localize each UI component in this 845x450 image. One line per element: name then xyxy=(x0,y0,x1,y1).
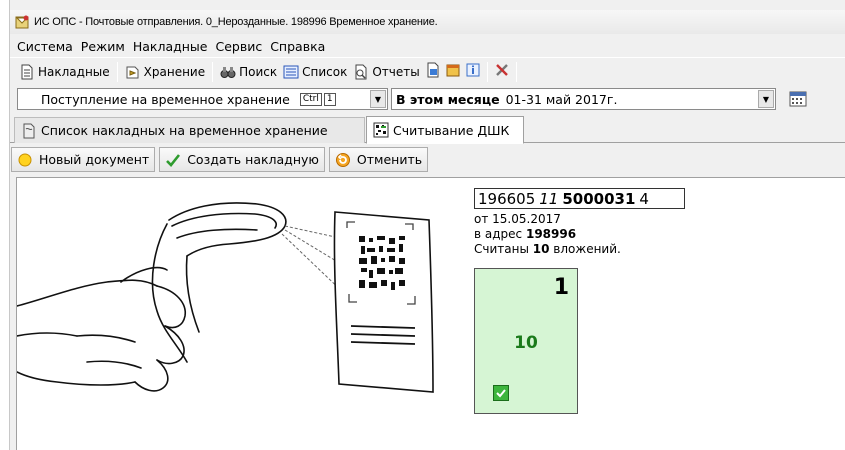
export-icon xyxy=(425,62,441,81)
report-icon xyxy=(353,64,369,80)
calendar-icon[interactable] xyxy=(789,90,807,108)
list-icon xyxy=(283,64,299,80)
main-toolbar: Накладные Хранение Поиск Список Отчеты xyxy=(10,57,845,85)
export-button[interactable] xyxy=(423,61,443,83)
mode-select[interactable]: Поступление на временное хранение Ctrl 1… xyxy=(17,88,388,110)
app-window: ИС ОПС - Почтовые отправления. 0_Нерозда… xyxy=(9,0,845,450)
period-label: В этом месяце xyxy=(396,91,500,107)
menu-bar: Система Режим Накладные Сервис Справка xyxy=(10,36,845,56)
info-icon xyxy=(465,62,481,81)
undo-icon xyxy=(335,152,351,168)
chevron-down-icon[interactable]: ▼ xyxy=(758,90,774,108)
ctrl-number: 1 xyxy=(323,92,336,106)
card-count: 10 xyxy=(514,333,538,353)
tab-strip: Список накладных на временное хранение С… xyxy=(10,115,845,144)
storage-icon xyxy=(125,64,141,80)
period-select[interactable]: В этом месяце 01-31 май 2017г. ▼ xyxy=(391,88,776,110)
list-button[interactable]: Список xyxy=(280,61,350,83)
barcode-part-4: 4 xyxy=(639,189,649,208)
action-bar: Новый документ Создать накладную Отменит… xyxy=(10,143,845,176)
title-bar: ИС ОПС - Почтовые отправления. 0_Нерозда… xyxy=(10,10,845,34)
archive-icon xyxy=(445,62,461,81)
search-label: Поиск xyxy=(239,64,278,79)
storage-label: Хранение xyxy=(143,64,206,79)
toolbar-separator xyxy=(116,61,118,82)
menu-invoices[interactable]: Накладные xyxy=(133,39,208,54)
tools-icon xyxy=(494,62,510,81)
count-suffix: вложений. xyxy=(553,242,621,256)
new-document-label: Новый документ xyxy=(39,152,150,167)
page-icon xyxy=(21,123,37,139)
tab-scan[interactable]: Считывание ДШК xyxy=(366,116,524,144)
reports-label: Отчеты xyxy=(372,64,420,79)
tab-invoice-list[interactable]: Список накладных на временное хранение xyxy=(14,117,365,143)
count-value: 10 xyxy=(532,242,550,256)
count-prefix: Считаны xyxy=(474,242,529,256)
address-line: в адрес 198996 xyxy=(474,227,576,241)
create-invoice-button[interactable]: Создать накладную xyxy=(159,147,325,172)
chevron-down-icon[interactable]: ▼ xyxy=(370,90,386,108)
barcode-part-2: 11 xyxy=(539,189,559,208)
checkmark-icon xyxy=(165,152,181,168)
app-icon xyxy=(14,14,30,30)
toolbar-separator xyxy=(515,61,517,82)
barcode-part-3: 5000031 xyxy=(562,189,636,208)
attachment-card[interactable]: 1 10 xyxy=(474,268,578,414)
cancel-label: Отменить xyxy=(356,152,423,167)
storage-button[interactable]: Хранение xyxy=(122,61,208,83)
toolbar-separator xyxy=(212,61,214,82)
window-title: ИС ОПС - Почтовые отправления. 0_Нерозда… xyxy=(34,16,438,28)
list-label: Список xyxy=(302,64,348,79)
barcode-icon xyxy=(373,122,389,138)
binoculars-icon xyxy=(220,64,236,80)
ctrl-hint: Ctrl xyxy=(299,92,322,106)
invoices-button[interactable]: Накладные xyxy=(16,61,113,83)
invoices-label: Накладные xyxy=(38,64,110,79)
mode-value: Поступление на временное хранение xyxy=(41,91,290,107)
tools-button[interactable] xyxy=(492,61,512,83)
tab-scan-label: Считывание ДШК xyxy=(393,122,510,138)
menu-help[interactable]: Справка xyxy=(270,39,325,54)
card-number: 1 xyxy=(553,275,569,300)
checkbox-checked-icon[interactable] xyxy=(493,385,509,401)
sun-icon xyxy=(17,152,33,168)
toolbar-separator xyxy=(486,61,488,82)
search-button[interactable]: Поиск xyxy=(217,61,280,83)
address-prefix: в адрес xyxy=(474,227,523,241)
document-icon xyxy=(19,64,35,80)
create-invoice-label: Создать накладную xyxy=(187,152,319,167)
count-line: Считаны 10 вложений. xyxy=(474,242,621,256)
info-button[interactable] xyxy=(463,61,483,83)
period-range: 01-31 май 2017г. xyxy=(505,91,618,107)
archive-button[interactable] xyxy=(443,61,463,83)
date-line: от 15.05.2017 xyxy=(474,212,561,226)
scan-panel: 196605 11 5000031 4 от 15.05.2017 в адре… xyxy=(16,177,845,450)
barcode-number: 196605 11 5000031 4 xyxy=(474,188,685,209)
address-value: 198996 xyxy=(525,227,577,241)
cancel-button[interactable]: Отменить xyxy=(328,147,429,172)
scanner-illustration xyxy=(17,202,434,393)
barcode-part-1: 196605 xyxy=(478,189,536,208)
menu-service[interactable]: Сервис xyxy=(215,39,262,54)
tab-invoice-list-label: Список накладных на временное хранение xyxy=(41,123,328,138)
filter-bar: Поступление на временное хранение Ctrl 1… xyxy=(10,86,845,112)
reports-button[interactable]: Отчеты xyxy=(350,61,422,83)
new-document-button[interactable]: Новый документ xyxy=(11,147,156,172)
menu-mode[interactable]: Режим xyxy=(81,39,125,54)
menu-system[interactable]: Система xyxy=(17,39,73,54)
